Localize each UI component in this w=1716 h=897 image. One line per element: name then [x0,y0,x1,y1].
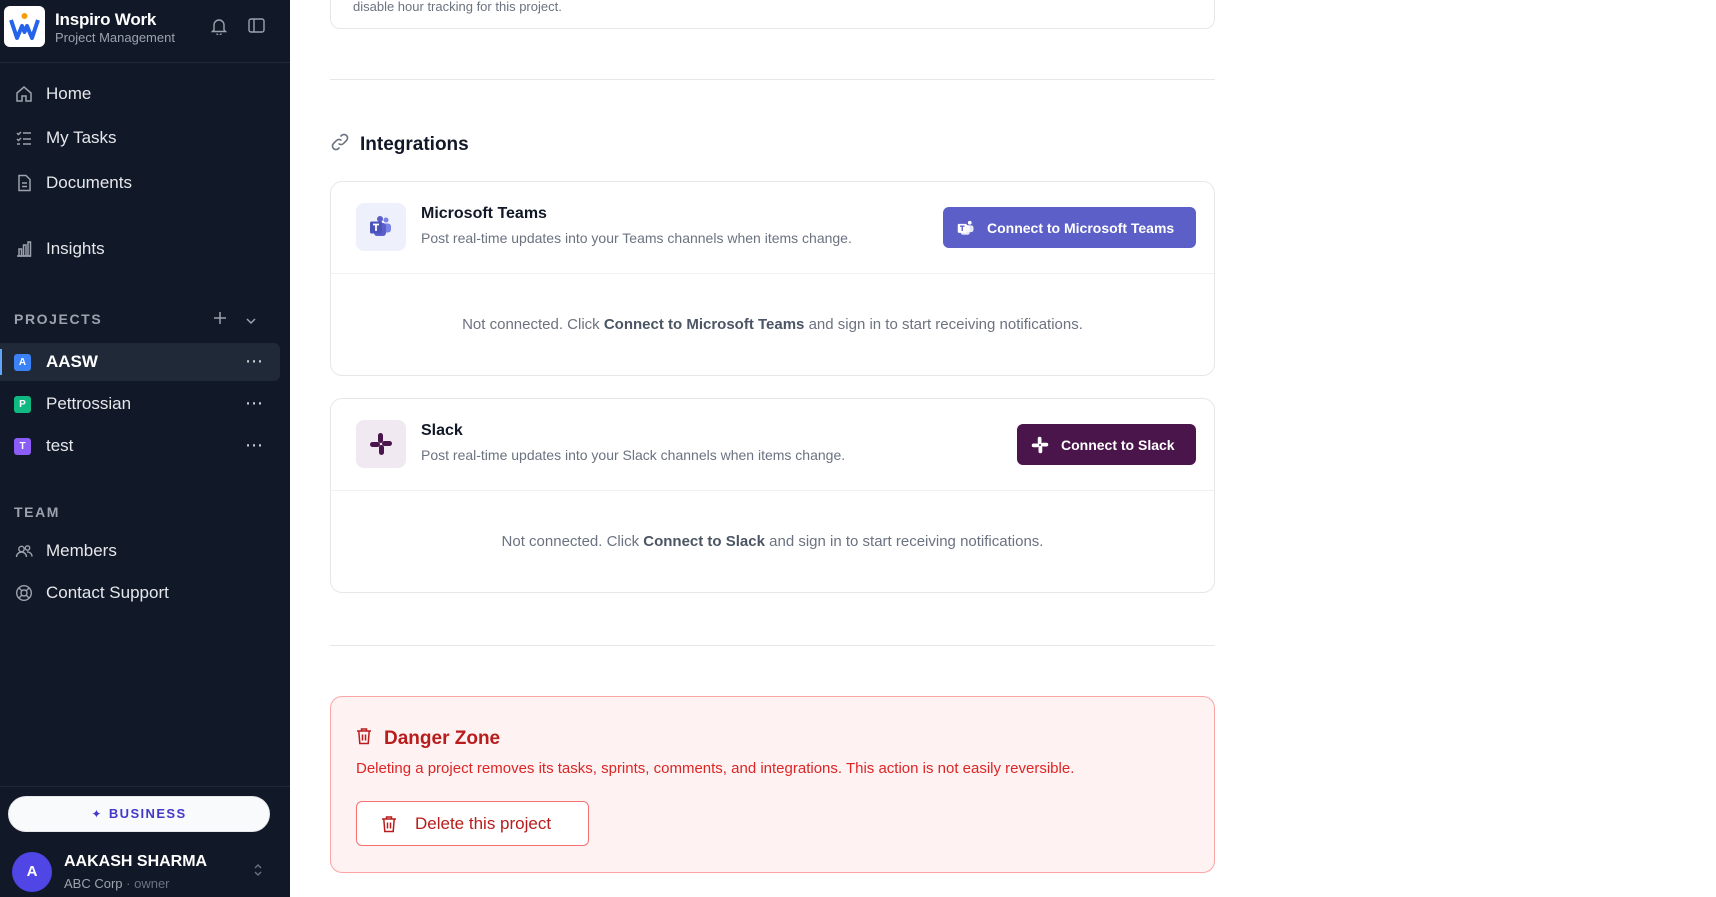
connect-slack-button[interactable]: Connect to Slack [1017,424,1196,465]
section-divider [330,79,1215,80]
avatar[interactable]: A [12,852,52,892]
section-divider [330,645,1215,646]
main-content: disable hour tracking for this project. … [290,0,1716,897]
home-icon [15,85,33,103]
danger-zone-heading: Danger Zone [356,727,500,750]
integration-description: Post real-time updates into your Slack c… [421,447,846,463]
card-header: Slack Post real-time updates into your S… [331,399,1214,491]
danger-zone-title: Danger Zone [384,727,501,749]
slack-logo [356,420,406,468]
nav-label: Contact Support [46,583,169,602]
nav-label: Members [46,541,117,560]
app-logo[interactable] [4,6,45,47]
more-options-icon[interactable]: ⋯ [245,435,264,456]
app-subtitle: Project Management [55,30,175,45]
integration-status: Not connected. Click Connect to Slack an… [331,533,1214,550]
nav-label: My Tasks [46,128,117,147]
project-badge: T [14,438,31,455]
card-header: Microsoft Teams Post real-time updates i… [331,182,1214,274]
nav-label: Insights [46,239,105,258]
integration-name: Slack [421,422,463,439]
trash-icon [382,815,396,832]
teams-logo [356,203,406,251]
status-text: Not connected. Click [462,316,604,333]
more-options-icon[interactable]: ⋯ [245,393,264,414]
tasks-icon [15,129,33,147]
separator: · [122,876,135,891]
project-badge: P [14,396,31,413]
nav-contact-support[interactable]: Contact Support [0,575,290,611]
project-item-test[interactable]: T test ⋯ [0,427,280,465]
team-heading: TEAM [14,504,61,520]
nav-documents[interactable]: Documents [0,165,290,201]
slack-integration-card: Slack Post real-time updates into your S… [330,398,1215,593]
card-text: disable hour tracking for this project. [353,0,562,14]
nav-members[interactable]: Members [0,533,290,569]
button-label: Delete this project [415,813,552,833]
brand-header: Inspiro Work Project Management [0,0,290,63]
nav-home[interactable]: Home [0,76,290,112]
projects-heading: PROJECTS [14,311,103,327]
project-item-pettrossian[interactable]: P Pettrossian ⋯ [0,385,280,423]
plan-badge-button[interactable]: ✦ BUSINESS [8,796,270,832]
chart-icon [15,240,33,258]
status-emphasis: Connect to Slack [643,533,765,550]
sidebar-footer-divider [0,786,290,787]
nav-insights[interactable]: Insights [0,231,290,267]
members-icon [15,542,33,560]
integration-name: Microsoft Teams [421,205,547,222]
user-role: owner [134,876,170,891]
button-label: Connect to Slack [1061,436,1175,453]
sidebar: Inspiro Work Project Management Home My … [0,0,290,897]
settings-card-partial: disable hour tracking for this project. [330,0,1215,29]
sparkle-icon: ✦ [91,807,103,821]
chevron-down-icon[interactable] [245,313,257,331]
status-text: and sign in to start receiving notificat… [804,316,1083,333]
status-text: and sign in to start receiving notificat… [764,533,1044,550]
project-badge: A [14,354,31,371]
user-name: AAKASH SHARMA [64,853,208,870]
sidebar-toggle-icon[interactable] [248,18,265,38]
nav-my-tasks[interactable]: My Tasks [0,120,290,156]
project-name: test [46,436,74,455]
integration-description: Post real-time updates into your Teams c… [421,230,852,246]
danger-zone: Danger Zone Deleting a project removes i… [330,696,1215,873]
integrations-heading: Integrations [330,132,469,157]
app-title: Inspiro Work [55,10,157,29]
status-text: Not connected. Click [501,533,644,550]
support-icon [15,584,33,602]
teams-integration-card: Microsoft Teams Post real-time updates i… [330,181,1215,376]
danger-zone-description: Deleting a project removes its tasks, sp… [356,760,1075,777]
chevron-updown-icon[interactable] [253,862,263,883]
delete-project-button[interactable]: Delete this project [356,801,589,846]
nav-label: Home [46,84,92,103]
status-emphasis: Connect to Microsoft Teams [603,316,805,333]
teams-icon [957,220,974,235]
plan-label: BUSINESS [108,806,187,821]
user-org: ABC Corp · owner [64,876,170,891]
add-project-icon[interactable] [213,311,227,330]
integrations-title: Integrations [360,133,469,155]
button-label: Connect to Microsoft Teams [987,219,1175,236]
link-icon [330,132,350,157]
org-name: ABC Corp [64,876,123,891]
document-icon [15,174,33,192]
more-options-icon[interactable]: ⋯ [245,351,264,372]
project-item-aasw[interactable]: A AASW ⋯ [0,343,280,381]
integration-status: Not connected. Click Connect to Microsof… [331,316,1214,333]
project-name: Pettrossian [46,394,132,413]
nav-label: Documents [46,173,132,192]
connect-teams-button[interactable]: Connect to Microsoft Teams [943,207,1196,248]
trash-icon [356,727,372,750]
project-name: AASW [46,352,98,371]
slack-icon [1031,436,1049,453]
bell-icon[interactable] [210,18,228,40]
